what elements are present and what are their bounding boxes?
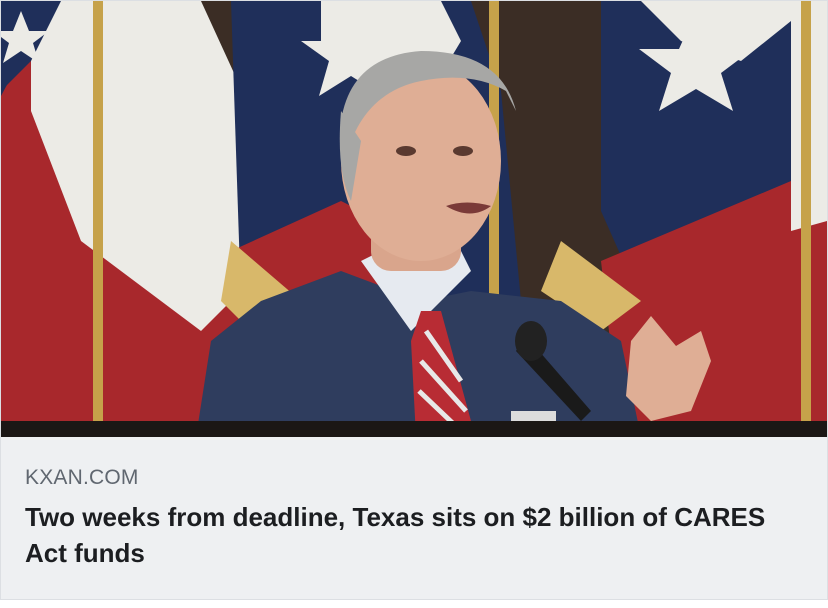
article-headline[interactable]: Two weeks from deadline, Texas sits on $… xyxy=(25,499,785,571)
podium-edge xyxy=(1,421,827,437)
link-preview-card[interactable]: KXAN.COM Two weeks from deadline, Texas … xyxy=(0,0,828,600)
link-preview-meta[interactable]: KXAN.COM Two weeks from deadline, Texas … xyxy=(1,437,827,599)
source-domain: KXAN.COM xyxy=(25,466,139,489)
article-hero-image[interactable] xyxy=(1,1,827,437)
press-conference-photo xyxy=(1,1,827,437)
